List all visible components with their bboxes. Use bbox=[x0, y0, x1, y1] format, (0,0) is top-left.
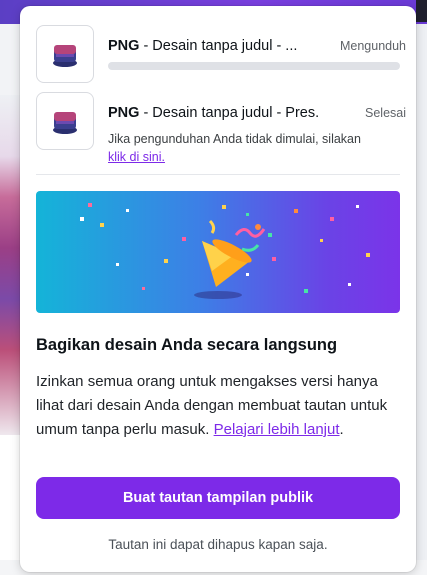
share-body-end: . bbox=[339, 421, 344, 438]
share-description: Izinkan semua orang untuk mengakses vers… bbox=[36, 370, 402, 442]
canvas-background bbox=[0, 24, 20, 95]
download-progress-bar bbox=[108, 62, 400, 70]
download-format: PNG bbox=[108, 38, 140, 54]
download-format: PNG bbox=[108, 105, 140, 121]
download-status: Selesai bbox=[365, 106, 406, 120]
download-item[interactable]: PNG - Desain tanpa judul - Pres... Seles… bbox=[36, 92, 406, 164]
share-hero-illustration bbox=[36, 191, 400, 313]
retry-download-link[interactable]: klik di sini. bbox=[108, 150, 165, 164]
design-thumbnail-icon bbox=[36, 25, 94, 83]
download-status: Mengunduh bbox=[339, 39, 406, 53]
learn-more-link[interactable]: Pelajari lebih lanjut bbox=[214, 421, 340, 438]
canvas-design-preview bbox=[0, 95, 20, 435]
divider bbox=[36, 174, 400, 175]
design-thumbnail-icon bbox=[36, 92, 94, 150]
download-file-name: PNG - Desain tanpa judul - Pres... bbox=[108, 105, 318, 121]
download-retry-note: Jika pengunduhan Anda tidak dimulai, sil… bbox=[108, 130, 408, 166]
download-item[interactable]: PNG - Desain tanpa judul - ... Mengunduh bbox=[36, 25, 406, 85]
download-file-name: PNG - Desain tanpa judul - ... bbox=[108, 38, 318, 54]
share-footer-note: Tautan ini dapat dihapus kapan saja. bbox=[108, 537, 328, 552]
create-public-view-link-button[interactable]: Buat tautan tampilan publik bbox=[36, 477, 400, 519]
download-title: - Desain tanpa judul - ... bbox=[139, 38, 298, 54]
toolbar-corner bbox=[416, 0, 427, 22]
retry-note-text: Jika pengunduhan Anda tidak dimulai, sil… bbox=[108, 132, 361, 146]
party-popper-icon bbox=[80, 203, 370, 299]
share-heading: Bagikan desain Anda secara langsung bbox=[36, 336, 338, 354]
download-share-popover: PNG - Desain tanpa judul - ... Mengunduh… bbox=[20, 6, 416, 572]
download-title: - Desain tanpa judul - Pres... bbox=[139, 105, 318, 121]
